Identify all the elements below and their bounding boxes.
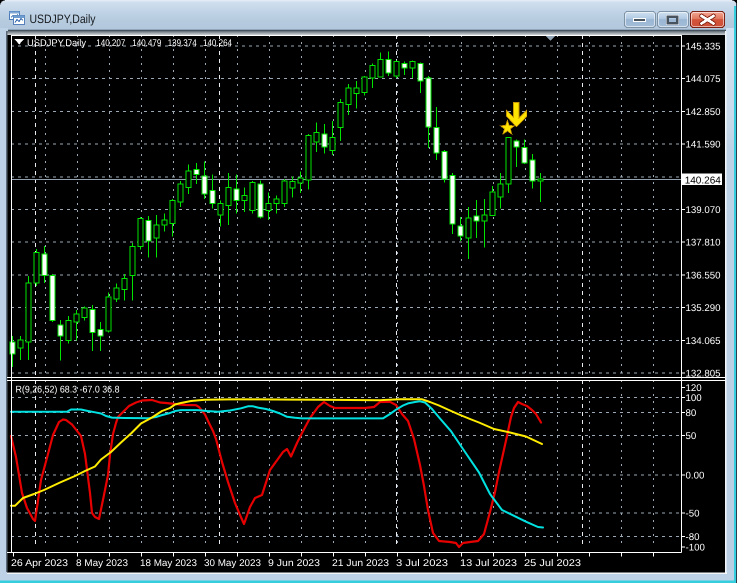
svg-text:141.590: 141.590 (686, 140, 722, 151)
svg-text:26 Apr 2023: 26 Apr 2023 (11, 558, 68, 569)
svg-text:8 May 2023: 8 May 2023 (76, 558, 128, 569)
svg-text:144.075: 144.075 (686, 74, 721, 85)
svg-text:136.550: 136.550 (686, 270, 722, 281)
svg-text:134.065: 134.065 (686, 336, 721, 347)
svg-text:3 Jul 2023: 3 Jul 2023 (396, 558, 448, 569)
svg-text:30 May 2023: 30 May 2023 (204, 558, 261, 569)
svg-text:0.00: 0.00 (686, 470, 705, 481)
svg-text:137.810: 137.810 (686, 238, 722, 249)
svg-text:140.479: 140.479 (132, 38, 161, 49)
svg-text:145.335: 145.335 (686, 42, 721, 53)
svg-text:140.207: 140.207 (96, 38, 125, 49)
svg-text:-50: -50 (686, 509, 701, 520)
svg-text:-80: -80 (686, 532, 701, 543)
svg-text:140.264: 140.264 (685, 175, 722, 186)
svg-text:18 May 2023: 18 May 2023 (140, 558, 197, 569)
svg-text:142.850: 142.850 (686, 107, 722, 118)
svg-text:100: 100 (686, 393, 703, 404)
svg-text:140.264: 140.264 (203, 38, 232, 49)
svg-text:9 Jun 2023: 9 Jun 2023 (268, 558, 320, 569)
svg-text:132.805: 132.805 (686, 369, 721, 380)
svg-text:-100: -100 (686, 543, 706, 554)
svg-text:139.070: 139.070 (686, 205, 722, 216)
svg-text:21 Jun 2023: 21 Jun 2023 (332, 558, 389, 569)
svg-text:USDJPY,Daily: USDJPY,Daily (30, 12, 97, 26)
svg-text:50: 50 (686, 431, 697, 442)
svg-text:13 Jul 2023: 13 Jul 2023 (460, 558, 517, 569)
svg-text:139.374: 139.374 (168, 38, 197, 49)
svg-text:135.290: 135.290 (686, 303, 722, 314)
svg-text:R(9,26,52) 68.3 -67.0 36.8: R(9,26,52) 68.3 -67.0 36.8 (16, 385, 120, 396)
svg-text:25 Jul 2023: 25 Jul 2023 (524, 558, 581, 569)
svg-text:80: 80 (686, 408, 697, 419)
svg-text:USDJPY,Daily: USDJPY,Daily (27, 38, 86, 49)
